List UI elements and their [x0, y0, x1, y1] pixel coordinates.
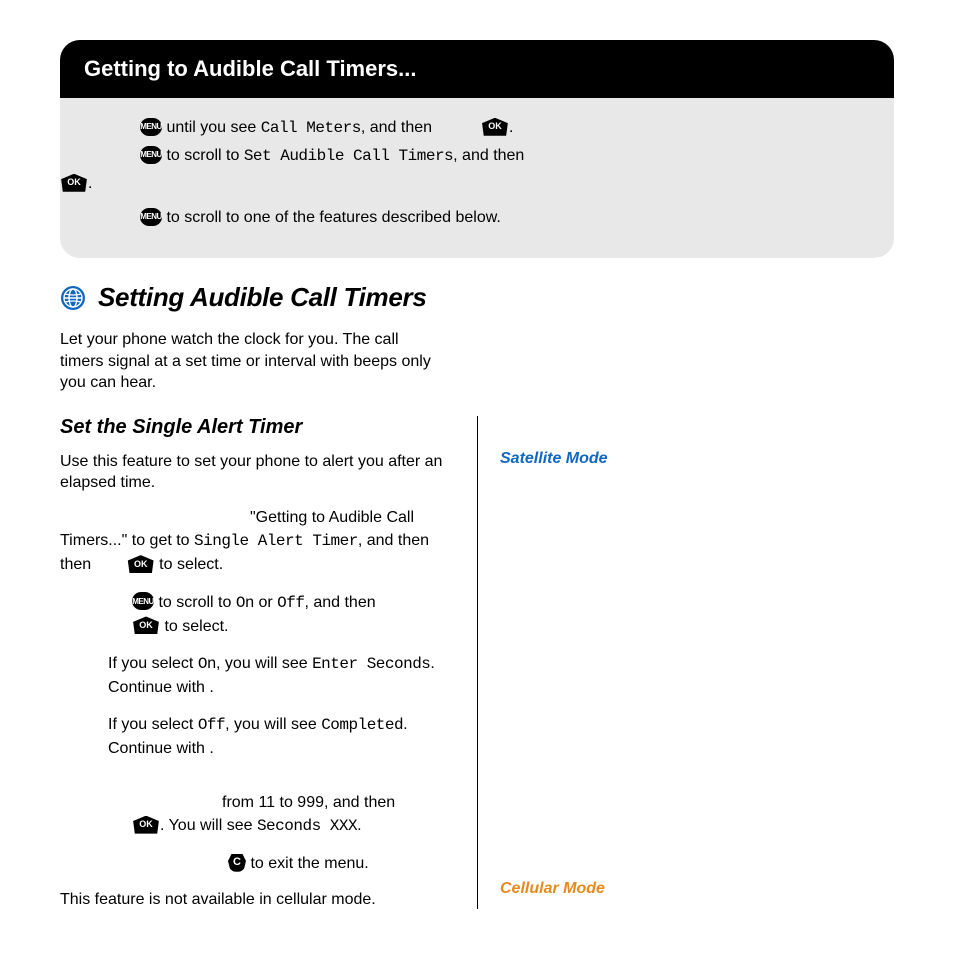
step-1: "Getting to Audible Call Timers..." to g… [60, 506, 455, 577]
menu-icon: MENU [140, 208, 162, 226]
menu-icon: MENU [140, 118, 162, 136]
ok-icon: OK [132, 816, 160, 834]
section-heading: Setting Audible Call Timers [60, 282, 894, 313]
satellite-mode-label: Satellite Mode [500, 450, 894, 468]
step-4: If you select Off, you will see Complete… [108, 713, 455, 760]
panel-body: MENU until you see Call Meters, and then… [60, 98, 894, 258]
instruction-panel: Getting to Audible Call Timers... MENU u… [60, 40, 894, 258]
panel-line-1: MENU until you see Call Meters, and then… [140, 116, 870, 140]
panel-line-2: MENU to scroll to Set Audible Call Timer… [140, 144, 870, 168]
panel-line-2b: OK. [140, 172, 870, 196]
paragraph: Use this feature to set your phone to al… [60, 451, 455, 494]
globe-icon [60, 285, 86, 311]
page: Getting to Audible Call Timers... MENU u… [0, 0, 954, 949]
ok-icon: OK [127, 555, 155, 573]
step-2: MENU to scroll to On or Off, and then OK… [132, 591, 455, 638]
panel-title: Getting to Audible Call Timers... [60, 40, 894, 98]
section-title: Setting Audible Call Timers [98, 282, 427, 313]
panel-line-3: MENU to scroll to one of the features de… [140, 206, 870, 230]
two-column-layout: Set the Single Alert Timer Use this feat… [60, 416, 894, 909]
cellular-mode-label: Cellular Mode [500, 880, 894, 898]
step-6: from 11 to 999, and then OK. You will se… [132, 791, 455, 838]
ok-icon: OK [132, 616, 160, 634]
left-column: Set the Single Alert Timer Use this feat… [60, 416, 478, 909]
subheading: Set the Single Alert Timer [60, 416, 455, 439]
menu-icon: MENU [140, 146, 162, 164]
step-3: If you select On, you will see Enter Sec… [108, 652, 455, 699]
c-icon: C [228, 854, 246, 872]
footnote: This feature is not available in cellula… [60, 891, 455, 909]
section-intro: Let your phone watch the clock for you. … [60, 329, 442, 394]
ok-icon: OK [481, 118, 509, 136]
step-7: C to exit the menu. [228, 852, 455, 875]
menu-icon: MENU [132, 592, 154, 610]
right-column: Satellite Mode Cellular Mode [478, 416, 894, 909]
ok-icon: OK [60, 174, 88, 192]
